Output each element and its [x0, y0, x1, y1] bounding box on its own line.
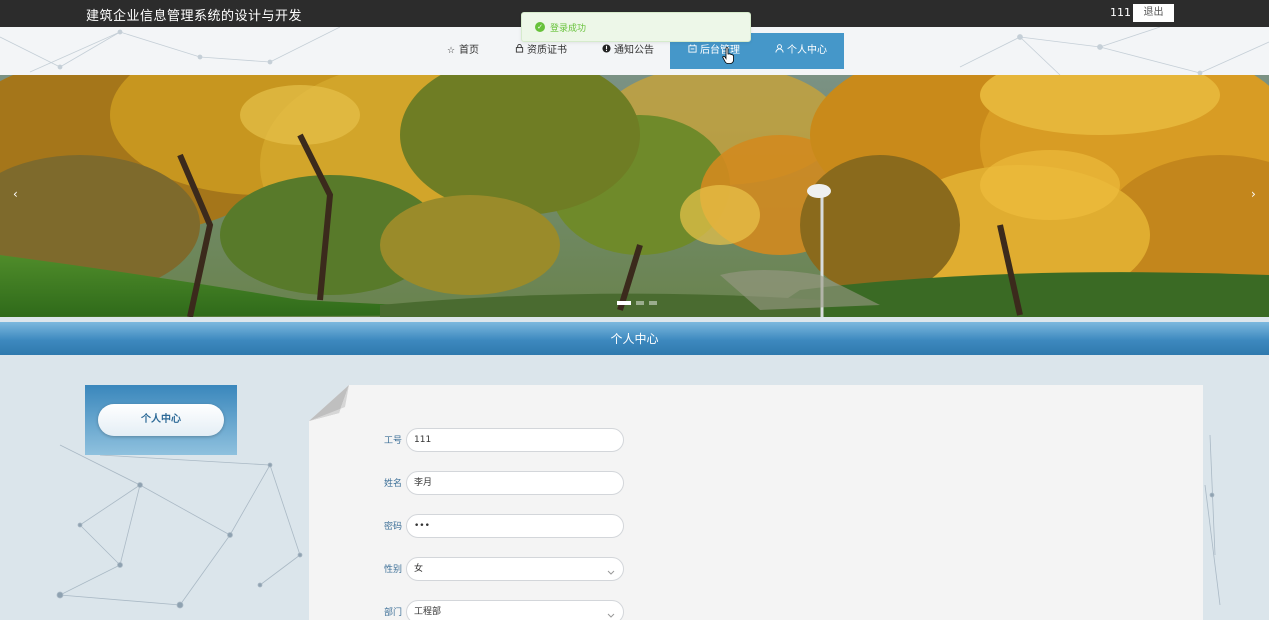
hand-cursor-icon [722, 47, 734, 64]
form-row-gender: 性别 女 [372, 557, 632, 581]
password-input[interactable]: ••• [406, 514, 624, 538]
password-label: 密码 [383, 522, 402, 532]
name-input[interactable]: 李月 [406, 471, 624, 495]
toast-message: 登录成功 [550, 24, 587, 34]
gender-label: 性别 [383, 565, 402, 575]
gender-select[interactable]: 女 [406, 557, 624, 581]
page-fold-decoration [309, 385, 349, 421]
section-title-bar: 个人中心 [0, 322, 1269, 355]
side-menu-panel: 个人中心 [85, 385, 237, 455]
carousel-dot-2[interactable] [636, 301, 644, 305]
star-icon: ☆ [446, 46, 456, 56]
carousel-indicators [617, 301, 657, 305]
sidebar-item-profile[interactable]: 个人中心 [98, 404, 224, 436]
department-select[interactable]: 工程部 [406, 600, 624, 620]
logout-button[interactable]: 退出 [1133, 4, 1174, 22]
section-title: 个人中心 [610, 332, 659, 346]
nav-item-label: 个人中心 [787, 45, 827, 56]
login-success-toast: ✓ 登录成功 [521, 12, 751, 42]
form-row-password: 密码 ••• [372, 514, 632, 538]
department-label: 部门 [383, 608, 402, 618]
nav-item-home[interactable]: ☆ 首页 [446, 33, 479, 69]
carousel-dot-1[interactable] [617, 301, 631, 305]
banner-next-arrow[interactable]: › [1251, 187, 1256, 201]
chevron-down-icon [607, 563, 615, 585]
banner-carousel[interactable]: ‹ › [0, 75, 1269, 317]
autumn-forest-image [0, 75, 1269, 317]
profile-form-card [309, 385, 1203, 620]
user-icon [774, 33, 784, 69]
check-circle-icon: ✓ [535, 22, 545, 32]
form-row-department: 部门 工程部 [372, 600, 632, 620]
name-label: 姓名 [383, 479, 402, 489]
employee-id-label: 工号 [383, 436, 402, 446]
site-title: 建筑企业信息管理系统的设计与开发 [86, 9, 303, 24]
gender-select-value: 女 [414, 564, 424, 574]
carousel-dot-3[interactable] [649, 301, 657, 305]
employee-id-input[interactable]: 111 [406, 428, 624, 452]
chevron-down-icon [607, 606, 615, 620]
department-select-value: 工程部 [414, 607, 442, 617]
nav-item-label: 首页 [459, 45, 479, 56]
nav-item-profile[interactable]: 个人中心 [757, 33, 844, 69]
banner-prev-arrow[interactable]: ‹ [13, 187, 18, 201]
form-row-name: 姓名 李月 [372, 471, 632, 495]
current-username: 111 [1110, 6, 1131, 19]
form-row-employee-id: 工号 111 [372, 428, 632, 452]
